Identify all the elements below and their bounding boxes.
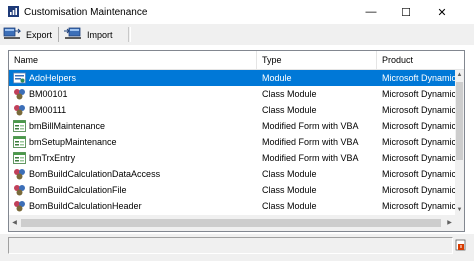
import-label: Import — [87, 29, 113, 40]
row-name: BM00101 — [29, 89, 68, 99]
table-row[interactable]: bmTrxEntry Modified Form with VBA Microsof… — [9, 150, 455, 166]
class-module-icon — [14, 105, 25, 116]
toolbar-separator — [58, 27, 59, 42]
maximize-button[interactable]: ☐ — [391, 0, 421, 24]
table-row[interactable]: BomBuildCalculationHeader Class Module Mic… — [9, 198, 455, 214]
class-module-icon — [14, 89, 25, 100]
status-bar — [0, 234, 474, 261]
form-icon — [13, 152, 26, 164]
table-row[interactable]: BM00101 Class Module Microsoft Dynamics GP — [9, 86, 455, 102]
export-label: Export — [26, 29, 53, 40]
scroll-up-arrow-icon[interactable]: ▲ — [455, 70, 464, 80]
column-header-product[interactable]: Product — [377, 51, 464, 70]
row-name: BomBuildCalculationHeader — [29, 201, 142, 211]
row-name: bmSetupMaintenance — [29, 137, 117, 147]
row-product: Microsoft Dynamics GP — [382, 201, 455, 211]
row-product: Microsoft Dynamics GP — [382, 121, 455, 131]
customisation-list[interactable]: Name Type Product AdoHelpers Module Micros… — [8, 50, 465, 232]
table-row[interactable]: BomBuildCalculationDataAccess Class Modul… — [9, 166, 455, 182]
table-row[interactable]: BomBuildCalculationFile Class Module Micro… — [9, 182, 455, 198]
document-warning-icon — [455, 239, 466, 251]
table-row[interactable]: BM00111 Class Module Microsoft Dynamics GP — [9, 102, 455, 118]
row-product: Microsoft Dynamics GP — [382, 153, 455, 163]
column-header-name[interactable]: Name — [9, 51, 257, 70]
import-icon — [64, 27, 81, 39]
scroll-right-arrow-icon[interactable]: ▶ — [444, 215, 455, 231]
close-button[interactable]: ✕ — [427, 0, 457, 24]
row-product: Microsoft Dynamics GP — [382, 169, 455, 179]
row-type: Module — [262, 73, 292, 83]
scroll-down-arrow-icon[interactable]: ▼ — [455, 205, 464, 215]
row-type: Class Module — [262, 89, 317, 99]
row-name: bmBillMaintenance — [29, 121, 106, 131]
row-product: Microsoft Dynamics GP — [382, 73, 455, 83]
list-header: Name Type Product — [9, 51, 464, 70]
vertical-scrollbar[interactable]: ▲ ▼ — [455, 70, 464, 215]
row-name: AdoHelpers — [29, 73, 77, 83]
module-icon — [13, 72, 26, 84]
row-name: BomBuildCalculationDataAccess — [29, 169, 161, 179]
row-name: bmTrxEntry — [29, 153, 76, 163]
row-type: Class Module — [262, 105, 317, 115]
row-product: Microsoft Dynamics GP — [382, 185, 455, 195]
toolbar: Export Import — [0, 24, 474, 45]
import-button[interactable]: Import — [64, 26, 113, 43]
row-name: BomBuildCalculationFile — [29, 185, 127, 195]
row-name: BM00111 — [29, 105, 67, 115]
table-row[interactable]: bmBillMaintenance Modified Form with VBA M… — [9, 118, 455, 134]
table-row[interactable]: bmSetupMaintenance Modified Form with VBA… — [9, 134, 455, 150]
scroll-left-arrow-icon[interactable]: ◀ — [9, 215, 20, 231]
column-header-type[interactable]: Type — [257, 51, 377, 70]
row-product: Microsoft Dynamics GP — [382, 105, 455, 115]
row-type: Modified Form with VBA — [262, 121, 359, 131]
status-panel — [8, 237, 453, 254]
minimize-button[interactable]: — — [356, 0, 386, 24]
row-type: Class Module — [262, 201, 317, 211]
list-rows: AdoHelpersModuleMicrosoft Dynamics GPBM0… — [9, 70, 455, 215]
form-icon — [13, 120, 26, 132]
scrollbar-corner — [455, 215, 464, 231]
export-button[interactable]: Export — [3, 26, 52, 43]
horizontal-scroll-thumb[interactable] — [21, 219, 441, 227]
vertical-scroll-thumb[interactable] — [456, 82, 463, 160]
class-module-icon — [14, 201, 25, 212]
row-product: Microsoft Dynamics GP — [382, 137, 455, 147]
row-product: Microsoft Dynamics GP — [382, 89, 455, 99]
app-icon — [8, 6, 19, 17]
title-bar: Customisation Maintenance — ☐ ✕ — [0, 0, 474, 24]
window-title: Customisation Maintenance — [24, 7, 148, 18]
row-type: Class Module — [262, 169, 317, 179]
horizontal-scrollbar[interactable]: ◀ ▶ — [9, 215, 455, 231]
row-type: Class Module — [262, 185, 317, 195]
toolbar-grip — [128, 27, 131, 42]
table-row[interactable]: AdoHelpers Module Microsoft Dynamics GP — [9, 70, 455, 86]
row-type: Modified Form with VBA — [262, 137, 359, 147]
export-icon — [3, 27, 21, 39]
form-icon — [13, 136, 26, 148]
row-type: Modified Form with VBA — [262, 153, 359, 163]
class-module-icon — [14, 185, 25, 196]
class-module-icon — [14, 169, 25, 180]
